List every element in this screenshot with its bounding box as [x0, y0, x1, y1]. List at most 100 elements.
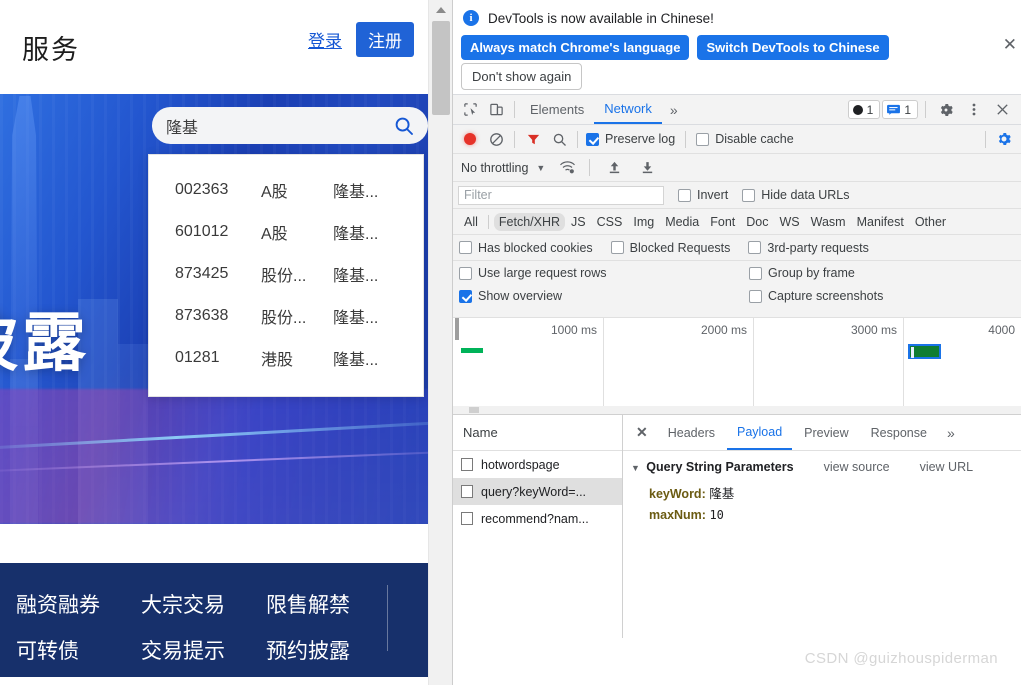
list-item[interactable]: 601012 A股 隆基... [149, 211, 423, 253]
document-icon [461, 458, 473, 471]
gear-icon[interactable] [933, 98, 959, 122]
type-filter-font[interactable]: Font [705, 213, 740, 231]
quick-nav-item-block-trade[interactable]: 大宗交易 [141, 589, 266, 619]
upload-har-icon[interactable] [607, 160, 622, 175]
quick-nav-item-lockup-expiry[interactable]: 限售解禁 [266, 589, 376, 619]
controls-divider [514, 130, 515, 148]
filter-input[interactable]: Filter [458, 185, 664, 205]
dont-show-again-button[interactable]: Don't show again [461, 63, 583, 90]
group-by-frame-checkbox[interactable]: Group by frame [749, 266, 883, 280]
section-toggle[interactable]: ▼ Query String Parameters [631, 460, 794, 474]
watermark: CSDN @guizhouspiderman [804, 650, 998, 667]
record-stop-icon[interactable] [457, 127, 483, 151]
type-filter-css[interactable]: CSS [592, 213, 628, 231]
list-item[interactable]: 873425 股份... 隆基... [149, 253, 423, 295]
kebab-menu-icon[interactable] [961, 98, 987, 122]
search-input[interactable]: 隆基 [166, 114, 394, 138]
list-item[interactable]: 002363 A股 隆基... [149, 169, 423, 211]
document-icon [461, 485, 473, 498]
tab-headers[interactable]: Headers [658, 415, 725, 450]
scrollbar-thumb[interactable] [469, 407, 479, 413]
type-filter-img[interactable]: Img [628, 213, 659, 231]
table-row[interactable]: query?keyWord=... [453, 478, 622, 505]
overview-selected-request-bar[interactable] [908, 344, 941, 359]
chevron-double-right-icon[interactable]: » [662, 102, 686, 118]
search-icon[interactable] [546, 127, 572, 151]
suggestion-code: 873638 [175, 307, 229, 324]
clear-icon[interactable] [483, 127, 509, 151]
tab-elements[interactable]: Elements [520, 95, 594, 124]
preserve-log-checkbox[interactable]: Preserve log [586, 132, 675, 146]
scroll-up-arrow-icon[interactable] [436, 7, 446, 13]
type-filter-all[interactable]: All [459, 213, 483, 231]
show-overview-label: Show overview [478, 289, 563, 303]
register-button[interactable]: 注册 [356, 22, 414, 57]
close-icon[interactable]: ✕ [1003, 36, 1017, 53]
overview-left-handle[interactable] [455, 318, 459, 340]
invert-label: Invert [697, 188, 729, 202]
quick-nav-item-convertible-bond[interactable]: 可转债 [16, 635, 141, 665]
type-filter-other[interactable]: Other [910, 213, 951, 231]
inspect-element-icon[interactable] [457, 98, 483, 122]
type-filter-wasm[interactable]: Wasm [806, 213, 851, 231]
tabbar-divider-2 [925, 101, 926, 118]
show-overview-checkbox[interactable]: Show overview [459, 289, 737, 303]
network-overview-timeline[interactable]: 1000 ms 2000 ms 3000 ms 4000 [453, 318, 1021, 415]
chevron-down-icon[interactable]: ▼ [536, 163, 545, 173]
blocked-requests-checkbox[interactable]: Blocked Requests [610, 241, 730, 255]
checkbox-box [459, 289, 472, 303]
devtools-tabbar: Elements Network » 1 1 [453, 95, 1021, 125]
always-match-language-button[interactable]: Always match Chrome's language [461, 35, 690, 60]
error-count-badge[interactable]: 1 [847, 100, 881, 119]
request-list-header-name[interactable]: Name [453, 415, 622, 451]
use-large-request-rows-checkbox[interactable]: Use large request rows [459, 266, 737, 280]
search-icon[interactable] [394, 116, 414, 136]
network-conditions-icon[interactable] [559, 160, 576, 175]
hide-data-urls-checkbox[interactable]: Hide data URLs [742, 188, 850, 202]
type-filter-manifest[interactable]: Manifest [852, 213, 909, 231]
disable-cache-checkbox[interactable]: Disable cache [696, 132, 794, 146]
overview-bottom-scrollbar[interactable] [453, 406, 1021, 414]
type-filter-media[interactable]: Media [660, 213, 704, 231]
throttling-select[interactable]: No throttling [461, 161, 528, 175]
type-filter-js[interactable]: JS [566, 213, 591, 231]
capture-screenshots-checkbox[interactable]: Capture screenshots [749, 289, 883, 303]
view-url-link[interactable]: view URL [920, 460, 974, 474]
type-filter-ws[interactable]: WS [774, 213, 804, 231]
message-count-badge[interactable]: 1 [882, 100, 918, 119]
page-scrollbar[interactable] [428, 0, 452, 685]
table-row[interactable]: hotwordspage [453, 451, 622, 478]
list-item[interactable]: 873638 股份... 隆基... [149, 295, 423, 337]
view-source-link[interactable]: view source [824, 460, 890, 474]
suggestion-market: 港股 [261, 352, 294, 369]
funnel-icon[interactable] [520, 127, 546, 151]
switch-devtools-to-chinese-button[interactable]: Switch DevTools to Chinese [697, 35, 889, 60]
quick-nav-item-margin-trading[interactable]: 融资融券 [16, 589, 141, 619]
suggestion-name: 隆基... [333, 268, 379, 285]
device-toolbar-icon[interactable] [483, 98, 509, 122]
tab-payload[interactable]: Payload [726, 415, 793, 450]
tab-preview[interactable]: Preview [794, 415, 858, 450]
list-item[interactable]: 01281 港股 隆基... [149, 337, 423, 379]
login-link[interactable]: 登录 [308, 27, 342, 52]
table-row[interactable]: recommend?nam... [453, 505, 622, 532]
close-icon[interactable] [989, 98, 1015, 122]
network-settings-gear-icon[interactable] [991, 127, 1017, 151]
quick-nav-item-trading-alert[interactable]: 交易提示 [141, 635, 266, 665]
tab-response[interactable]: Response [861, 415, 937, 450]
chevron-double-right-icon[interactable]: » [939, 425, 963, 441]
tab-network[interactable]: Network [594, 95, 662, 124]
third-party-requests-checkbox[interactable]: 3rd-party requests [748, 241, 869, 255]
has-blocked-cookies-checkbox[interactable]: Has blocked cookies [459, 241, 593, 255]
download-har-icon[interactable] [640, 160, 655, 175]
quick-nav-divider [387, 585, 388, 651]
type-filter-fetch-xhr[interactable]: Fetch/XHR [493, 212, 566, 231]
devtools-panel: i DevTools is now available in Chinese! … [452, 0, 1021, 685]
close-icon[interactable]: ✕ [628, 424, 656, 441]
scrollbar-thumb[interactable] [432, 21, 450, 115]
invert-checkbox[interactable]: Invert [678, 188, 728, 202]
checkbox-box [586, 132, 599, 146]
quick-nav-item-scheduled-disclosure[interactable]: 预约披露 [266, 635, 376, 665]
search-bar[interactable]: 隆基 [152, 107, 428, 144]
type-filter-doc[interactable]: Doc [741, 213, 773, 231]
